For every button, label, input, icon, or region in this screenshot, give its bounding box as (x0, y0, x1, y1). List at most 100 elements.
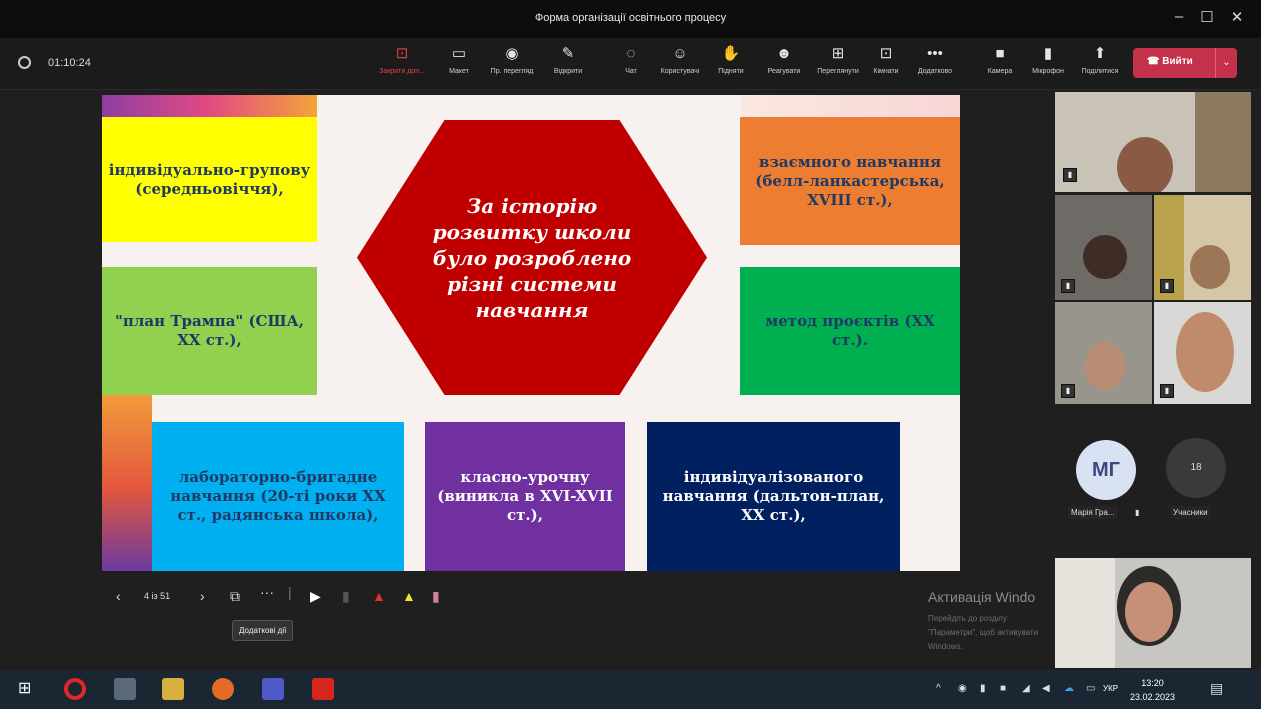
participants-count[interactable]: 18 (1166, 438, 1226, 498)
firefox-icon[interactable] (212, 678, 234, 700)
maximize-icon[interactable]: ☐ (1196, 8, 1218, 26)
pen-red-icon[interactable]: ▲ (372, 588, 386, 604)
windows-start-icon[interactable]: ⊞ (18, 678, 40, 700)
leave-button[interactable]: ☎ Вийти ⌄ (1133, 48, 1237, 78)
calculator-icon[interactable] (114, 678, 136, 700)
box-lab-brigade: лабораторно-бригадне навчання (20-ті рок… (152, 422, 404, 571)
eraser-icon[interactable]: ▮ (432, 588, 440, 605)
view-icon: ◉ (505, 45, 519, 62)
box-class-lesson: класно-урочну (виникла в XVI-XVII ст.), (425, 422, 625, 571)
minimize-icon[interactable]: – (1168, 8, 1190, 25)
clock[interactable]: 13:20 23.02.2023 (1130, 676, 1175, 704)
window-title: Форма організації освітнього процесу (534, 12, 727, 24)
video-background (1195, 92, 1251, 192)
file-explorer-icon[interactable] (162, 678, 184, 700)
slide-decoration (742, 95, 960, 117)
page-indicator: 4 із 51 (144, 591, 171, 601)
video-tile[interactable]: ▮ (1154, 195, 1251, 300)
mic-icon: ▮ (1061, 384, 1075, 398)
close-icon[interactable]: ✕ (1226, 8, 1248, 26)
participant-face (1117, 137, 1173, 192)
previous-slide-icon[interactable]: ‹ (116, 588, 121, 604)
box-individualized: індивідуалізованого навчання (дальтон-пл… (647, 422, 900, 571)
preview-button[interactable]: ◉ Пр. перегляд (484, 44, 540, 86)
video-tile[interactable]: ▮ (1055, 195, 1152, 300)
share-button[interactable]: ⬆ Поділитися (1072, 44, 1128, 86)
chat-button[interactable]: ◌ Чат (603, 44, 659, 86)
shared-slide: індивідуально-групову (середньовіччя), "… (102, 95, 960, 571)
slide-decoration (102, 95, 317, 117)
tray-camera-icon[interactable]: ■ (1000, 683, 1006, 694)
participants-label: Учасники (1170, 506, 1211, 519)
pen-gray-icon[interactable]: ▮ (342, 588, 350, 605)
center-hexagon: За історію розвитку школи було розроблен… (357, 120, 707, 395)
volume-icon[interactable]: ◀ (1042, 683, 1050, 694)
share-icon: ⬆ (1093, 45, 1107, 62)
highlighter-icon[interactable]: ▲ (402, 588, 416, 604)
microphone-button[interactable]: ▮ Мікрофон (1020, 44, 1076, 86)
slide-controls: ‹ 4 із 51 › ⧉ ··· | ▶ ▮ ▲ ▲ ▮ (110, 584, 470, 614)
participant-face (1176, 312, 1234, 392)
video-tile[interactable]: ▮ (1055, 92, 1251, 192)
more-button[interactable]: ••• Додатково (907, 44, 963, 86)
open-button[interactable]: ✎ Відкрити (540, 44, 596, 86)
raise-hand-icon: ✋ (721, 45, 741, 62)
activation-watermark-text: Перейдіть до розділу "Параметри", щоб ак… (928, 614, 1039, 651)
avatar[interactable]: МГ (1076, 440, 1136, 500)
chat-icon: ◌ (626, 45, 636, 62)
layout-button[interactable]: ▭ Макет (431, 44, 487, 86)
opera-icon[interactable] (64, 678, 86, 700)
chevron-down-icon[interactable]: ⌄ (1215, 48, 1237, 78)
teams-icon[interactable] (262, 678, 284, 700)
raise-hand-button[interactable]: ✋ Підняти (703, 44, 759, 86)
self-video-tile[interactable] (1055, 558, 1251, 668)
video-tile[interactable]: ▮ (1154, 302, 1251, 404)
stop-sharing-button[interactable]: ⊡ Закрити доп... (374, 44, 430, 86)
react-button[interactable]: ☻ Реагувати (756, 44, 812, 86)
video-background (1055, 558, 1115, 668)
notification-icon[interactable]: ▤ (1210, 680, 1223, 697)
layout-icon: ▭ (451, 45, 467, 62)
participant-face (1083, 235, 1127, 279)
network-icon[interactable]: ◢ (1022, 683, 1030, 694)
windows-taskbar: ⊞ ^ ◉ ▮ ■ ◢ ◀ ☁ ▭ УКР 13:20 23.02.2023 ▤ (0, 670, 1261, 709)
meeting-toolbar: 01:10:24 ⊡ Закрити доп... ▭ Макет ◉ Пр. … (0, 38, 1261, 90)
box-projects: метод проєктів (XX ст.). (740, 267, 960, 395)
meeting-timer: 01:10:24 (48, 57, 91, 69)
divider: | (288, 584, 292, 600)
microphone-tray-icon[interactable]: ▮ (980, 683, 986, 694)
slide-decoration (102, 385, 152, 571)
whiteboard-icon: ✎ (561, 45, 575, 62)
chevron-up-icon[interactable]: ^ (936, 683, 941, 694)
mic-icon: ▮ (1160, 279, 1174, 293)
onedrive-icon[interactable]: ☁ (1064, 683, 1074, 694)
video-tile[interactable]: ▮ (1055, 302, 1152, 404)
activation-watermark-title: Активація Windo (928, 589, 1036, 605)
participant-face (1190, 245, 1230, 289)
leave-label: ☎ Вийти (1147, 56, 1193, 67)
center-text: За історію розвитку школи було розроблен… (432, 193, 632, 322)
mic-icon: ▮ (1061, 279, 1075, 293)
mic-icon: ▮ (1160, 384, 1174, 398)
mic-icon: ▮ (1063, 168, 1077, 182)
pointer-icon[interactable]: ▶ (310, 588, 321, 605)
share-stop-icon: ⊡ (395, 45, 409, 62)
battery-icon[interactable]: ▭ (1086, 683, 1095, 694)
box-individual-group: індивідуально-групову (середньовіччя), (102, 117, 317, 242)
people-icon: ☺ (672, 45, 688, 62)
microphone-icon: ▮ (1043, 45, 1053, 62)
mic-off-icon: ▮ (1135, 508, 1140, 517)
people-button[interactable]: ☺ Користувачі (652, 44, 708, 86)
box-mutual: взаємного навчання (белл-ланкастерська, … (740, 117, 960, 245)
tray-app-icon[interactable]: ◉ (958, 683, 967, 694)
acrobat-icon[interactable] (312, 678, 334, 700)
tooltip: Додаткові дії (232, 620, 294, 641)
language-indicator[interactable]: УКР (1103, 684, 1118, 693)
copy-icon[interactable]: ⧉ (230, 588, 240, 605)
apps-icon: ⊡ (879, 45, 893, 62)
next-slide-icon[interactable]: › (200, 588, 205, 604)
clock-date: 23.02.2023 (1130, 692, 1176, 702)
more-actions-icon[interactable]: ··· (260, 584, 274, 600)
more-icon: ••• (927, 45, 943, 62)
rooms-button[interactable]: ⊡ Кімнати (858, 44, 914, 86)
